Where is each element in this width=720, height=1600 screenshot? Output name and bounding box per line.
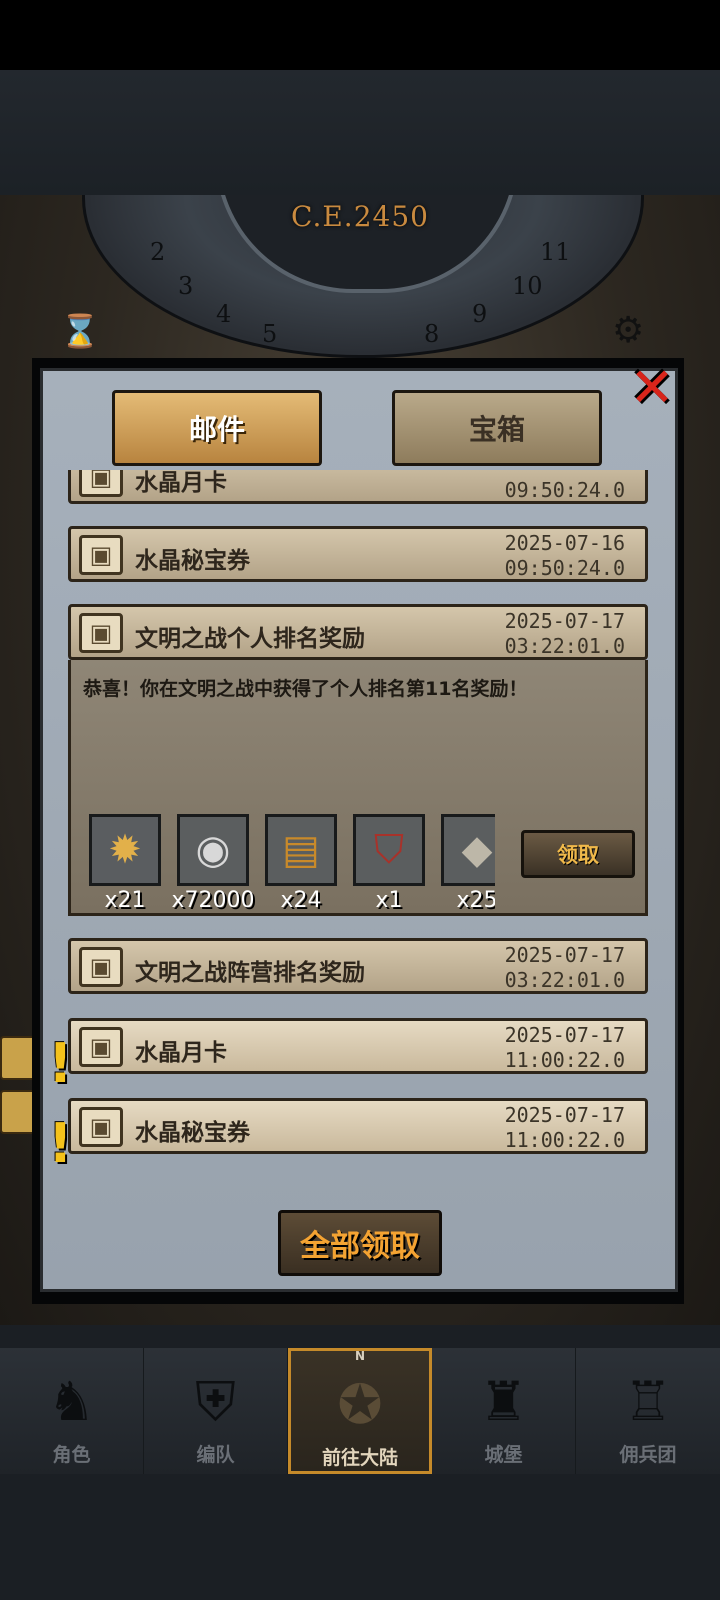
reward-count: x1: [375, 888, 403, 913]
dial-number: 4: [216, 300, 232, 328]
mail-list[interactable]: ▣ 水晶月卡 09:50:24.0 ▣ 水晶秘宝券 2025-07-16 09:…: [60, 470, 660, 1180]
mail-time: 09:50:24.0: [504, 478, 625, 502]
nav-item-character[interactable]: ♞ 角色: [0, 1348, 144, 1474]
mail-item-unread[interactable]: ▣ 水晶月卡 2025-07-17 11:00:22.0: [68, 1018, 648, 1074]
hourglass-icon[interactable]: ⌛: [60, 312, 100, 352]
mail-time: 11:00:22.0: [504, 1128, 625, 1152]
bottom-background: [0, 1474, 720, 1600]
box-icon: ▣: [79, 947, 123, 987]
helmet-icon: ⛨: [195, 1370, 236, 1433]
exclamation-icon: !: [48, 1032, 73, 1095]
nav-item-mercenary[interactable]: ♖ 佣兵团: [576, 1348, 720, 1474]
box-icon: ▣: [79, 470, 123, 497]
compass-icon: ✪: [337, 1373, 383, 1436]
open-box-icon: ▣: [79, 535, 123, 575]
compass-n-label: N: [354, 1349, 366, 1363]
box-icon: ▣: [79, 613, 123, 653]
mail-body-text: 恭喜！你在文明之战中获得了个人排名第11名奖励！: [83, 678, 528, 700]
reward-count: x25: [456, 888, 495, 913]
nav-item-castle[interactable]: ♜ 城堡: [432, 1348, 576, 1474]
mail-time: 03:22:01.0: [504, 968, 625, 992]
nav-label: 前往大陆: [321, 1447, 398, 1469]
treasure-chest-icon[interactable]: ▤: [265, 814, 337, 886]
reward-clip: ◆ x25: [439, 810, 495, 920]
mail-date: 2025-07-17: [504, 1023, 625, 1047]
tower-icon: ♖: [623, 1370, 673, 1433]
mail-title: 水晶秘宝券: [135, 1120, 250, 1146]
mail-time: 03:22:01.0: [504, 634, 625, 658]
dial-number: 8: [424, 320, 440, 348]
mail-time: 11:00:22.0: [504, 1048, 625, 1072]
side-event-icon[interactable]: [0, 1036, 36, 1080]
nav-item-continent[interactable]: N ✪ 前往大陆: [288, 1348, 432, 1474]
nav-label: 编队: [196, 1444, 235, 1466]
reward-count: x24: [280, 888, 322, 913]
nav-label: 佣兵团: [619, 1444, 677, 1466]
mail-title: 文明之战阵营排名奖励: [135, 960, 365, 986]
tab-chest[interactable]: 宝箱: [392, 390, 602, 466]
castle-icon: ♜: [479, 1370, 528, 1433]
nav-label: 角色: [52, 1444, 91, 1466]
tab-mail[interactable]: 邮件: [112, 390, 322, 466]
mail-item-unread[interactable]: ▣ 水晶秘宝券 2025-07-17 11:00:22.0: [68, 1098, 648, 1154]
dial-number: 5: [262, 320, 278, 348]
dial-number: 10: [512, 272, 543, 300]
reward-count: x21: [104, 888, 146, 913]
nav-label: 城堡: [484, 1444, 523, 1466]
shield-banner-icon[interactable]: ⛉: [353, 814, 425, 886]
era-year: C.E.2450: [291, 200, 429, 233]
mail-title: 文明之战个人排名奖励: [135, 626, 365, 652]
dial-number: 9: [472, 300, 488, 328]
background-band: [0, 70, 720, 195]
reward-count: x72000: [171, 888, 255, 913]
nav-item-formation[interactable]: ⛨ 编队: [144, 1348, 288, 1474]
mail-title: 水晶秘宝券: [135, 548, 250, 574]
mail-item[interactable]: ▣ 水晶月卡 09:50:24.0: [68, 470, 648, 504]
mail-item[interactable]: ▣ 水晶秘宝券 2025-07-16 09:50:24.0: [68, 526, 648, 582]
mail-date: 2025-07-17: [504, 609, 625, 633]
close-icon: ✕: [629, 355, 675, 419]
mail-date: 2025-07-17: [504, 1103, 625, 1127]
box-icon: ▣: [79, 1107, 123, 1147]
mail-title: 水晶月卡: [135, 1040, 227, 1066]
mail-date: 2025-07-16: [504, 531, 625, 555]
knight-icon: ♞: [47, 1370, 96, 1433]
side-event-icon[interactable]: [0, 1090, 36, 1134]
claim-button[interactable]: 领取: [521, 830, 635, 878]
close-button[interactable]: ✕: [622, 355, 682, 419]
mail-item-expanded[interactable]: ▣ 文明之战个人排名奖励 2025-07-17 03:22:01.0: [68, 604, 648, 660]
dial-number: 2: [150, 238, 166, 266]
mail-body: 恭喜！你在文明之战中获得了个人排名第11名奖励！ ✹ x21 ◉ x72000 …: [68, 660, 648, 916]
sun-emblem-icon[interactable]: ✹: [89, 814, 161, 886]
mail-title: 水晶月卡: [135, 470, 227, 496]
gear-icon[interactable]: ⚙: [612, 310, 652, 351]
dial-number: 11: [540, 238, 571, 266]
claim-all-button[interactable]: 全部领取: [278, 1210, 442, 1276]
dial-number: 3: [178, 272, 194, 300]
stone-icon[interactable]: ◆: [441, 814, 495, 886]
mail-time: 09:50:24.0: [504, 556, 625, 580]
exclamation-icon: !: [48, 1112, 73, 1175]
mail-date: 2025-07-17: [504, 943, 625, 967]
status-bar: [0, 0, 720, 70]
mail-item[interactable]: ▣ 文明之战阵营排名奖励 2025-07-17 03:22:01.0: [68, 938, 648, 994]
silver-coin-icon[interactable]: ◉: [177, 814, 249, 886]
box-icon: ▣: [79, 1027, 123, 1067]
bottom-nav: ♞ 角色 ⛨ 编队 N ✪ 前往大陆 ♜ 城堡 ♖ 佣兵团: [0, 1348, 720, 1474]
